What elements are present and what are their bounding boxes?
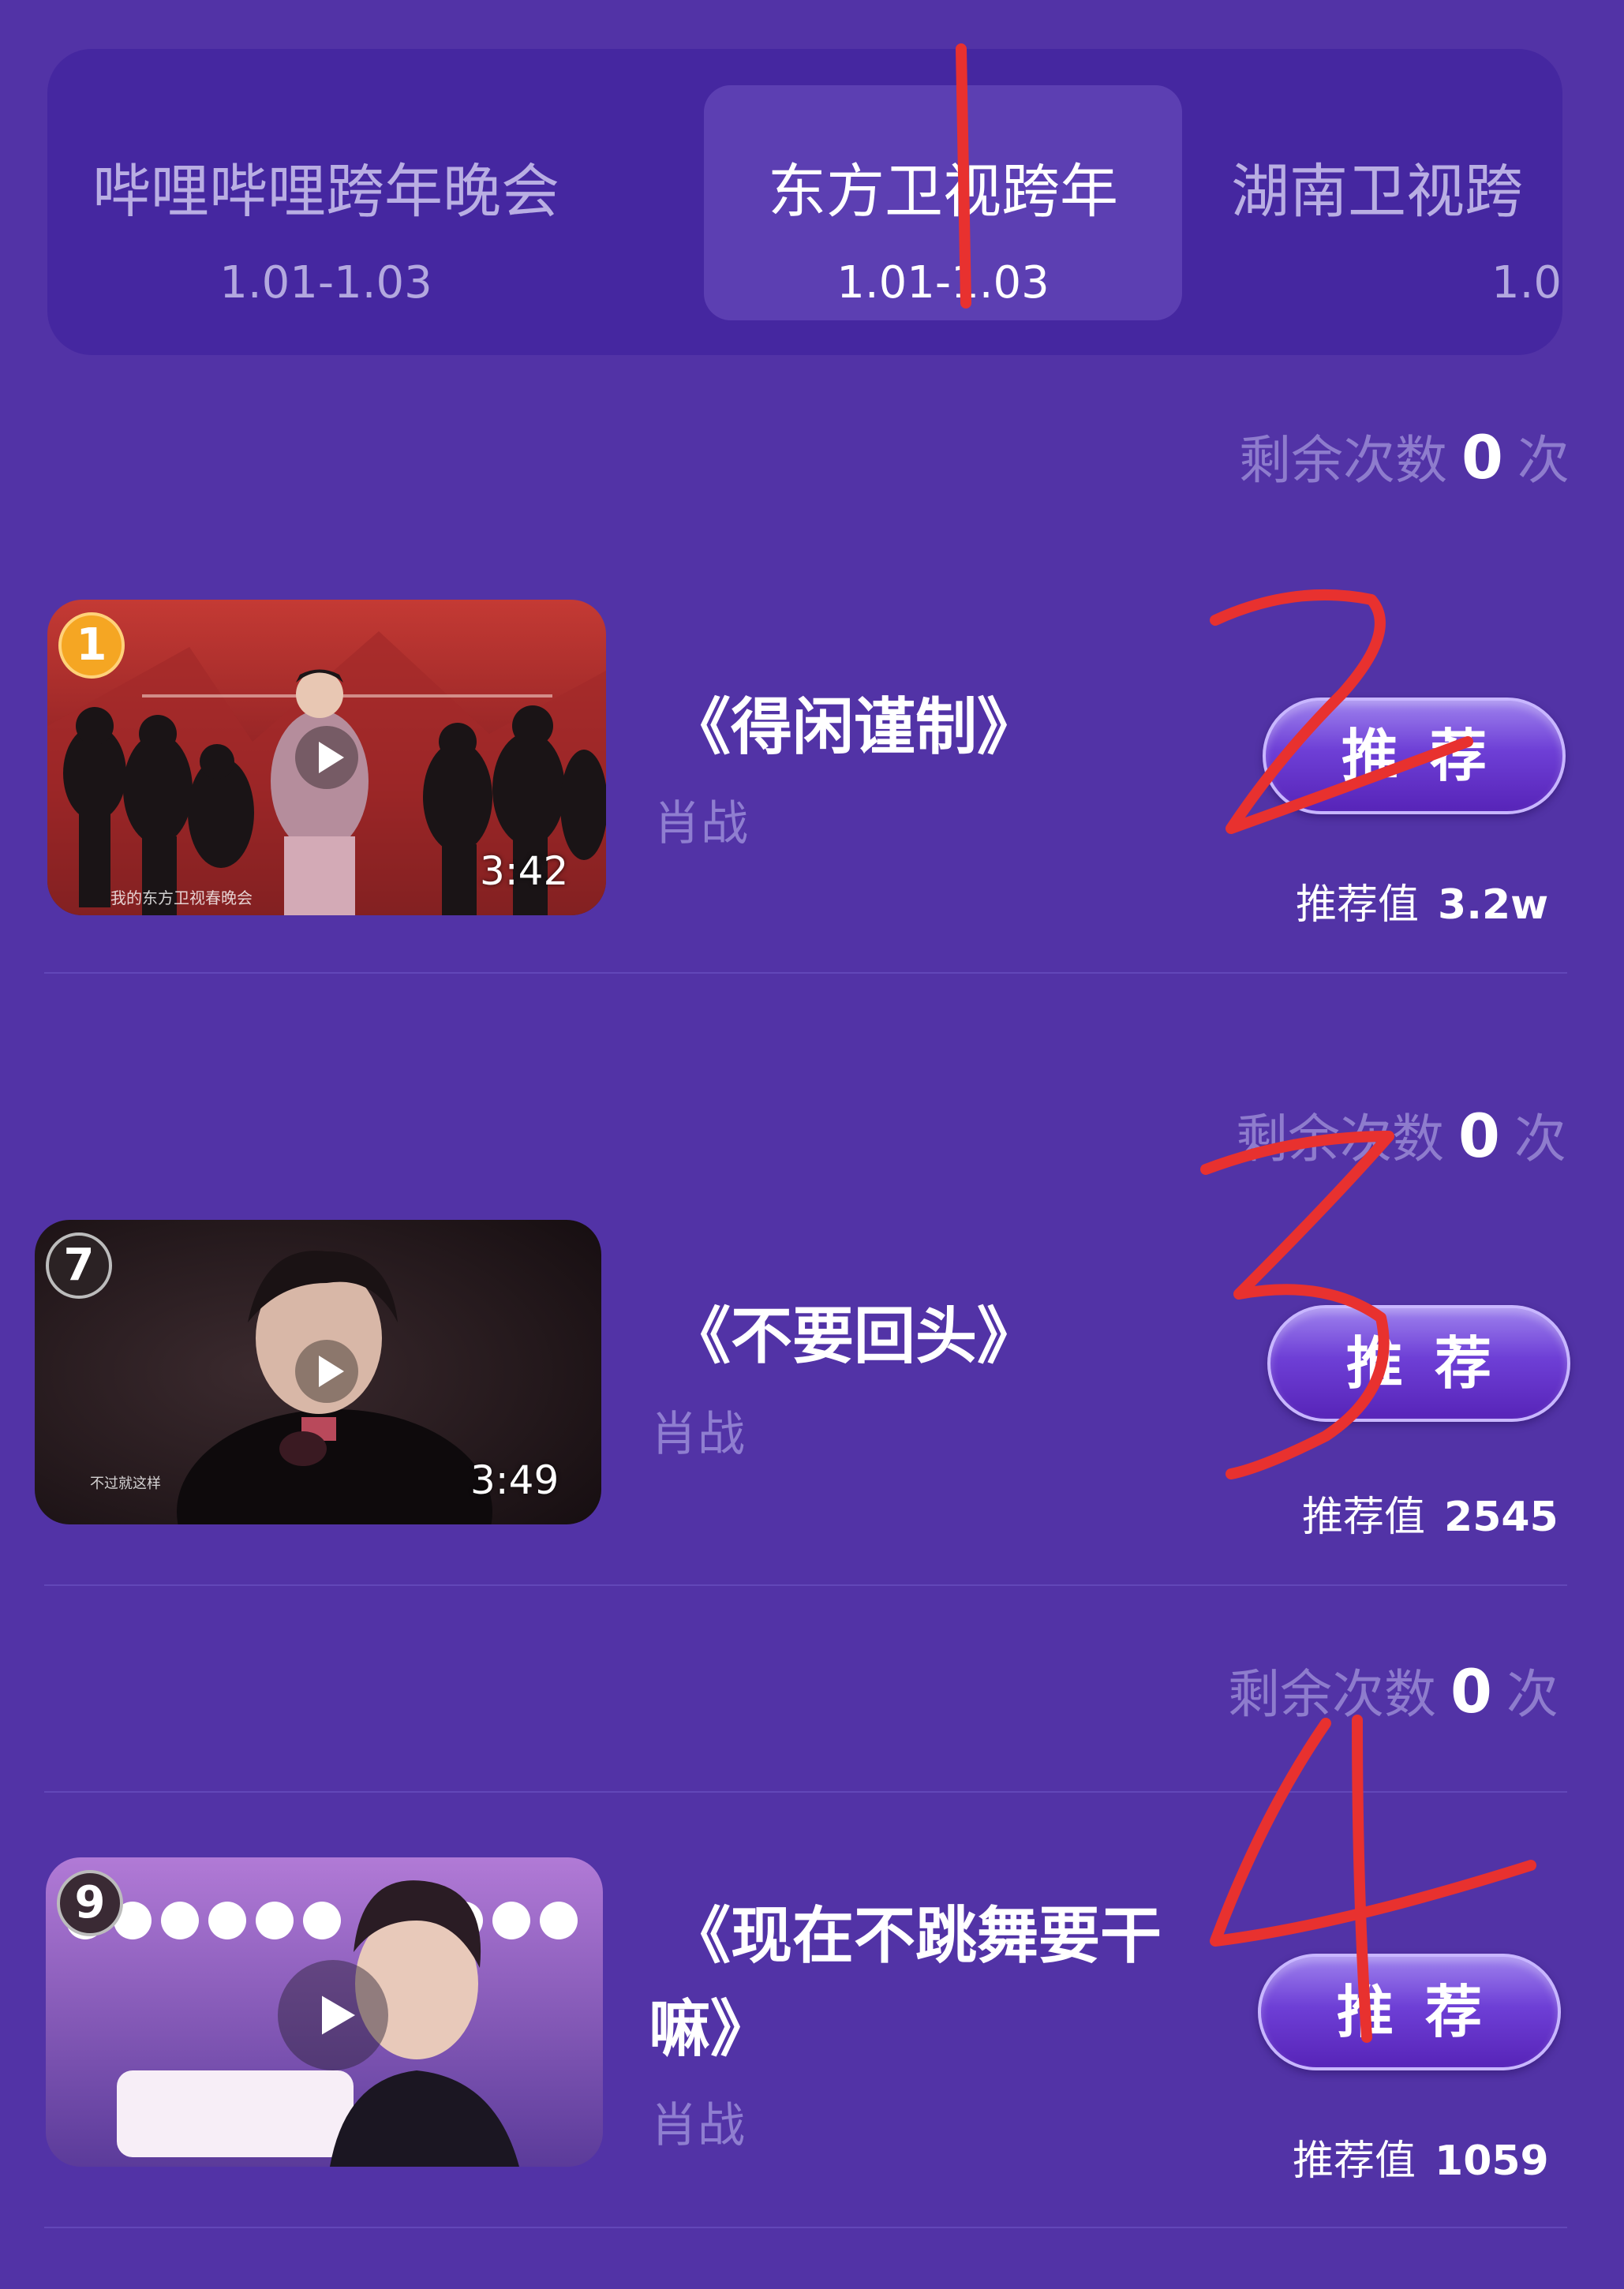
recommend-value-label: 推荐值: [1296, 881, 1420, 929]
play-icon: [295, 726, 358, 789]
video-duration: 3:42: [480, 848, 569, 894]
recommend-button[interactable]: 推荐: [1258, 1954, 1561, 2070]
divider: [44, 972, 1567, 974]
tab-date: 1.01-1.03: [836, 257, 1050, 309]
recommend-value: 推荐值 3.2w: [1296, 877, 1548, 933]
remaining-number: 0: [1461, 422, 1503, 492]
rank-badge: 9: [57, 1870, 123, 1936]
divider: [44, 2227, 1567, 2228]
remaining-number: 0: [1458, 1101, 1500, 1171]
thumbnail-caption: 我的东方卫视春晚会: [110, 889, 253, 907]
video-duration: 3:49: [470, 1457, 559, 1503]
thumbnail-caption: 不过就这样: [90, 1476, 161, 1491]
song-title: 《得闲谨制》: [669, 692, 1039, 763]
rank-badge: 1: [58, 612, 125, 679]
remaining-unit: 次: [1514, 1109, 1566, 1169]
video-thumbnail[interactable]: 不过就这样 7 3:49: [35, 1220, 601, 1524]
event-tabbar: 哔哩哔哩跨年晚会 1.01-1.03 东方卫视跨年 1.01-1.03 湖南卫视…: [47, 49, 1562, 355]
song-title: 《不要回头》: [669, 1301, 1039, 1372]
remaining-unit: 次: [1517, 430, 1570, 491]
remaining-label: 剩余次数: [1236, 1109, 1444, 1169]
recommend-value: 推荐值 2545: [1302, 1490, 1559, 1545]
recommend-value-label: 推荐值: [1302, 1494, 1426, 1541]
play-icon: [278, 1960, 388, 2070]
song-title-line2: 嘛》: [649, 1994, 773, 2065]
tab-dragon-tv[interactable]: 东方卫视跨年 1.01-1.03: [704, 85, 1182, 320]
video-thumbnail[interactable]: 9: [46, 1857, 603, 2167]
play-icon: [295, 1340, 358, 1403]
song-artist: 肖战: [653, 796, 748, 851]
rank-badge: 7: [46, 1232, 112, 1299]
remaining-count: 剩余次数 0 次: [1236, 1105, 1566, 1171]
recommend-button[interactable]: 推荐: [1263, 698, 1566, 814]
song-title: 《现在不跳舞要干: [669, 1901, 1162, 1972]
remaining-label: 剩余次数: [1239, 430, 1447, 491]
recommend-value-number: 2545: [1444, 1494, 1559, 1541]
remaining-number: 0: [1450, 1656, 1492, 1726]
page: 哔哩哔哩跨年晚会 1.01-1.03 东方卫视跨年 1.01-1.03 湖南卫视…: [0, 0, 1624, 2289]
recommend-value-number: 1059: [1435, 2138, 1549, 2185]
tab-name: 东方卫视跨年: [768, 158, 1118, 226]
song-artist: 肖战: [650, 1407, 745, 1462]
tab-name: 湖南卫视跨: [1231, 158, 1523, 226]
tab-date: 1.01-1.03: [219, 257, 432, 309]
divider: [44, 1584, 1567, 1586]
recommend-value-number: 3.2w: [1438, 881, 1549, 929]
remaining-label: 剩余次数: [1228, 1664, 1436, 1725]
tab-name: 哔哩哔哩跨年晚会: [92, 158, 559, 226]
remaining-unit: 次: [1506, 1664, 1559, 1725]
tab-date: 1.01-1: [1491, 257, 1562, 309]
video-thumbnail[interactable]: 我的东方卫视春晚会 1 3:42: [47, 600, 606, 915]
remaining-count: 剩余次数 0 次: [1239, 426, 1570, 492]
tab-bilibili-gala[interactable]: 哔哩哔哩跨年晚会 1.01-1.03: [87, 85, 565, 320]
recommend-value: 推荐值 1059: [1293, 2134, 1549, 2189]
divider: [44, 1791, 1567, 1793]
tab-hunan-tv[interactable]: 湖南卫视跨 1.01-1: [1231, 85, 1562, 320]
song-artist: 肖战: [650, 2098, 745, 2153]
recommend-value-label: 推荐值: [1293, 2138, 1416, 2185]
recommend-button[interactable]: 推荐: [1267, 1305, 1570, 1422]
remaining-count: 剩余次数 0 次: [1228, 1660, 1559, 1726]
